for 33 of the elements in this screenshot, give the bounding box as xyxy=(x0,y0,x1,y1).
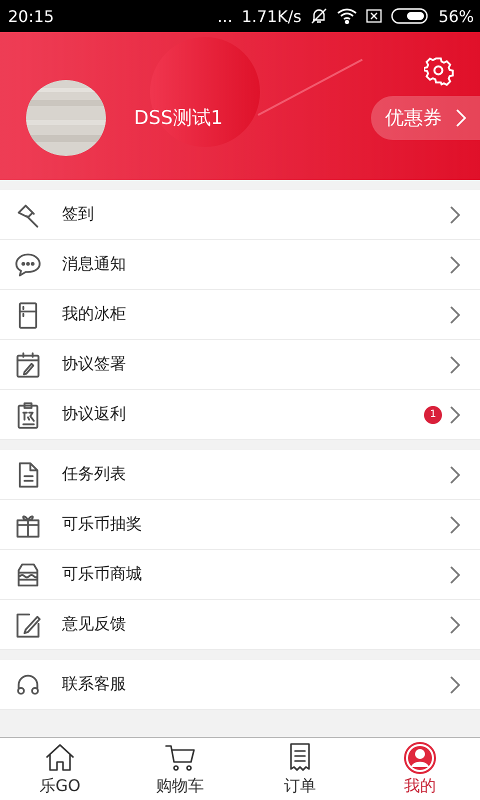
muted-bell-icon xyxy=(310,7,328,25)
chevron-icon xyxy=(450,676,460,694)
battery-icon xyxy=(391,8,430,24)
settings-icon[interactable] xyxy=(424,56,454,86)
chevron-icon xyxy=(450,466,460,484)
home-icon xyxy=(44,742,76,774)
menu-label[interactable]: 协议返利 xyxy=(62,404,424,425)
edit-icon xyxy=(14,610,42,638)
battery-percent: 56% xyxy=(438,6,474,26)
tab[interactable]: 我的 xyxy=(360,738,480,800)
chevron-icon xyxy=(450,356,460,374)
chevron-icon xyxy=(450,306,460,324)
chat-bubble-icon xyxy=(14,250,42,278)
chevron-icon xyxy=(450,206,460,224)
chevron-icon xyxy=(450,406,460,424)
tab[interactable]: 购物车 xyxy=(120,738,240,800)
chevron-icon xyxy=(450,516,460,534)
chevron-icon xyxy=(450,256,460,274)
network-speed: 1.71K/s xyxy=(242,6,302,26)
tab[interactable]: 订单 xyxy=(240,738,360,800)
clock: 20:15 xyxy=(8,6,54,26)
calendar-pen-icon xyxy=(14,350,42,378)
sim-icon xyxy=(366,9,382,23)
chevron-icon xyxy=(456,109,466,127)
chevron-icon xyxy=(450,616,460,634)
chevron-icon xyxy=(450,566,460,584)
count-badge: 1 xyxy=(424,406,442,424)
tab[interactable]: 乐GO xyxy=(0,738,120,800)
coupon-button[interactable]: 优惠券 xyxy=(371,96,480,140)
user-avatar-icon xyxy=(404,742,436,774)
wifi-icon xyxy=(337,8,358,24)
user-name: DSS测试1 xyxy=(134,106,224,131)
more-notifications: ... xyxy=(217,6,233,26)
